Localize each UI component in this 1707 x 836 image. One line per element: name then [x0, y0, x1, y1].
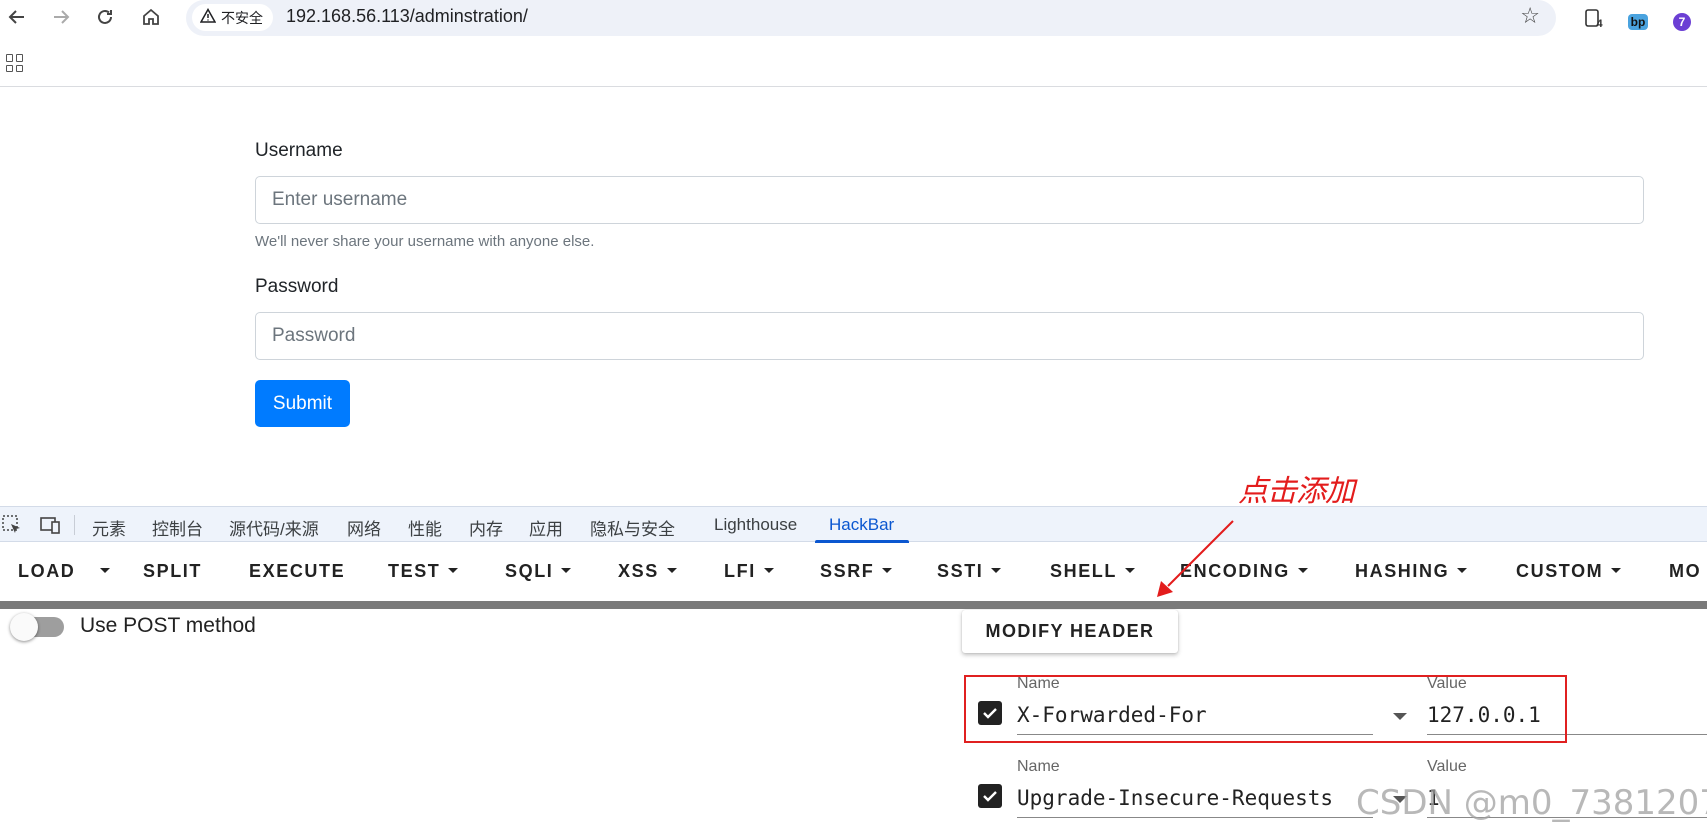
- header-name-field[interactable]: Upgrade-Insecure-Requests: [1017, 778, 1373, 818]
- extension-icon-3[interactable]: 7: [1668, 4, 1696, 32]
- devtools-tab-console[interactable]: 控制台: [152, 515, 203, 540]
- tabbar-separator: [74, 515, 75, 535]
- highlight-box: [964, 675, 1567, 743]
- url-text[interactable]: 192.168.56.113/adminstration/: [286, 6, 528, 27]
- address-bar[interactable]: 不安全 192.168.56.113/adminstration/ ☆: [186, 0, 1556, 36]
- security-chip-label: 不安全: [221, 9, 263, 26]
- post-method-toggle[interactable]: [10, 613, 64, 641]
- hackbar-toolbar: LOAD SPLIT EXECUTE TEST SQLI XSS LFI SSR…: [0, 543, 1707, 601]
- home-icon[interactable]: [138, 4, 164, 30]
- shell-menu[interactable]: SHELL: [1050, 561, 1136, 582]
- hashing-menu[interactable]: HASHING: [1355, 561, 1468, 582]
- inspect-element-icon[interactable]: [0, 513, 24, 537]
- annotation-text: 点击添加: [1238, 474, 1355, 509]
- header-value-label: Value: [1427, 758, 1467, 775]
- toggle-knob: [10, 613, 38, 641]
- custom-menu[interactable]: CUSTOM: [1516, 561, 1622, 582]
- extension-badge-3: 7: [1673, 13, 1691, 31]
- devtools-tab-sources[interactable]: 源代码/来源: [229, 515, 319, 540]
- load-button[interactable]: LOAD: [18, 561, 75, 582]
- devtools-tab-network[interactable]: 网络: [347, 515, 381, 540]
- forward-icon[interactable]: [48, 4, 74, 30]
- browser-toolbar: 不安全 192.168.56.113/adminstration/ ☆ 4 bp…: [0, 0, 1707, 36]
- post-method-label: Use POST method: [80, 614, 256, 637]
- xss-menu[interactable]: XSS: [618, 561, 677, 582]
- execute-button[interactable]: EXECUTE: [249, 561, 345, 582]
- devtools-tab-elements[interactable]: 元素: [92, 515, 126, 540]
- apps-grid-icon[interactable]: [6, 54, 24, 72]
- back-icon[interactable]: [4, 4, 30, 30]
- username-label: Username: [255, 140, 343, 161]
- burp-extension-icon[interactable]: bp: [1624, 4, 1652, 32]
- devtools-tab-lighthouse[interactable]: Lighthouse: [714, 515, 797, 535]
- login-form: Username We'll never share your username…: [255, 140, 1644, 427]
- device-toolbar-icon[interactable]: [38, 513, 62, 537]
- test-menu[interactable]: TEST: [388, 561, 459, 582]
- ssrf-menu[interactable]: SSRF: [820, 561, 893, 582]
- warning-icon: [199, 7, 217, 27]
- submit-button[interactable]: Submit: [255, 380, 350, 427]
- devtools-tab-application[interactable]: 应用: [529, 515, 563, 540]
- more-menu[interactable]: MO: [1669, 561, 1701, 582]
- split-button[interactable]: SPLIT: [143, 561, 202, 582]
- password-input[interactable]: [255, 312, 1644, 360]
- devtools-tab-hackbar[interactable]: HackBar: [829, 515, 894, 535]
- reload-icon[interactable]: [92, 4, 118, 30]
- watermark-text: CSDN @m0_73812072: [1356, 783, 1707, 823]
- devtools-tab-performance[interactable]: 性能: [408, 515, 442, 540]
- header-name-label: Name: [1017, 758, 1060, 775]
- extension-badge-1: 4: [1596, 18, 1603, 30]
- bookmark-star-icon[interactable]: ☆: [1520, 3, 1540, 29]
- ssti-menu[interactable]: SSTI: [937, 561, 1002, 582]
- sqli-menu[interactable]: SQLI: [505, 561, 572, 582]
- load-dropdown-button[interactable]: [100, 561, 110, 582]
- username-help-text: We'll never share your username with any…: [255, 233, 595, 250]
- username-input[interactable]: [255, 176, 1644, 224]
- lfi-menu[interactable]: LFI: [724, 561, 774, 582]
- hackbar-splitter[interactable]: [0, 601, 1707, 609]
- devtools-tab-memory[interactable]: 内存: [469, 515, 503, 540]
- bookmark-bar: [0, 44, 1707, 87]
- password-label: Password: [255, 276, 339, 297]
- devtools-tabbar: 元素 控制台 源代码/来源 网络 性能 内存 应用 隐私与安全 Lighthou…: [0, 506, 1707, 543]
- encoding-menu[interactable]: ENCODING: [1180, 561, 1308, 582]
- extension-icon-1[interactable]: 4: [1580, 4, 1608, 32]
- devtools-tab-privacy-security[interactable]: 隐私与安全: [590, 515, 675, 540]
- security-chip[interactable]: 不安全: [192, 4, 273, 31]
- modify-header-button[interactable]: MODIFY HEADER: [962, 610, 1178, 653]
- burp-extension-badge: bp: [1627, 14, 1649, 30]
- header-enabled-checkbox[interactable]: [978, 784, 1002, 808]
